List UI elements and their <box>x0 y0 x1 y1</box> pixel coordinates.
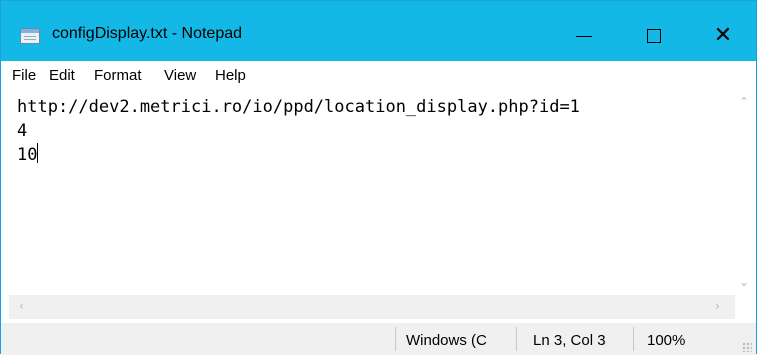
status-encoding: Windows (C <box>406 332 487 349</box>
text-caret <box>37 143 39 163</box>
menu-help[interactable]: Help <box>215 67 246 84</box>
status-divider <box>395 327 396 351</box>
chevron-right-icon[interactable]: › <box>715 299 720 313</box>
status-divider <box>516 327 517 351</box>
maximize-icon <box>647 29 661 43</box>
window-title: configDisplay.txt - Notepad <box>52 25 243 42</box>
resize-grip-icon[interactable] <box>742 342 752 352</box>
editor-line-3: 10 <box>17 145 38 165</box>
minimize-icon <box>576 35 592 37</box>
close-button[interactable]: ✕ <box>695 15 751 57</box>
text-editor[interactable]: http://dev2.metrici.ro/io/ppd/location_d… <box>9 89 729 295</box>
menu-file[interactable]: File <box>12 67 36 84</box>
status-position: Ln 3, Col 3 <box>533 332 606 349</box>
chevron-left-icon[interactable]: ‹ <box>19 299 24 313</box>
menu-view[interactable]: View <box>164 67 196 84</box>
vertical-scrollbar[interactable]: ⌃ ⌄ <box>735 89 753 295</box>
close-icon: ✕ <box>713 23 733 48</box>
notepad-window: configDisplay.txt - Notepad ✕ File Edit … <box>0 0 757 355</box>
menu-edit[interactable]: Edit <box>49 67 75 84</box>
horizontal-scrollbar[interactable]: ‹ › <box>9 295 735 319</box>
minimize-button[interactable] <box>556 15 612 57</box>
status-zoom: 100% <box>647 332 686 349</box>
editor-content[interactable]: http://dev2.metrici.ro/io/ppd/location_d… <box>17 95 580 167</box>
title-bar[interactable]: configDisplay.txt - Notepad ✕ <box>1 1 756 61</box>
status-bar: Windows (C Ln 3, Col 3 100% <box>1 323 756 355</box>
notepad-icon <box>20 28 40 44</box>
editor-line-1: http://dev2.metrici.ro/io/ppd/location_d… <box>17 97 580 117</box>
editor-line-2: 4 <box>17 121 28 141</box>
maximize-button[interactable] <box>626 15 682 57</box>
menu-format[interactable]: Format <box>94 67 142 84</box>
chevron-down-icon[interactable]: ⌄ <box>739 275 749 289</box>
status-divider <box>633 327 634 351</box>
chevron-up-icon[interactable]: ⌃ <box>739 95 749 109</box>
